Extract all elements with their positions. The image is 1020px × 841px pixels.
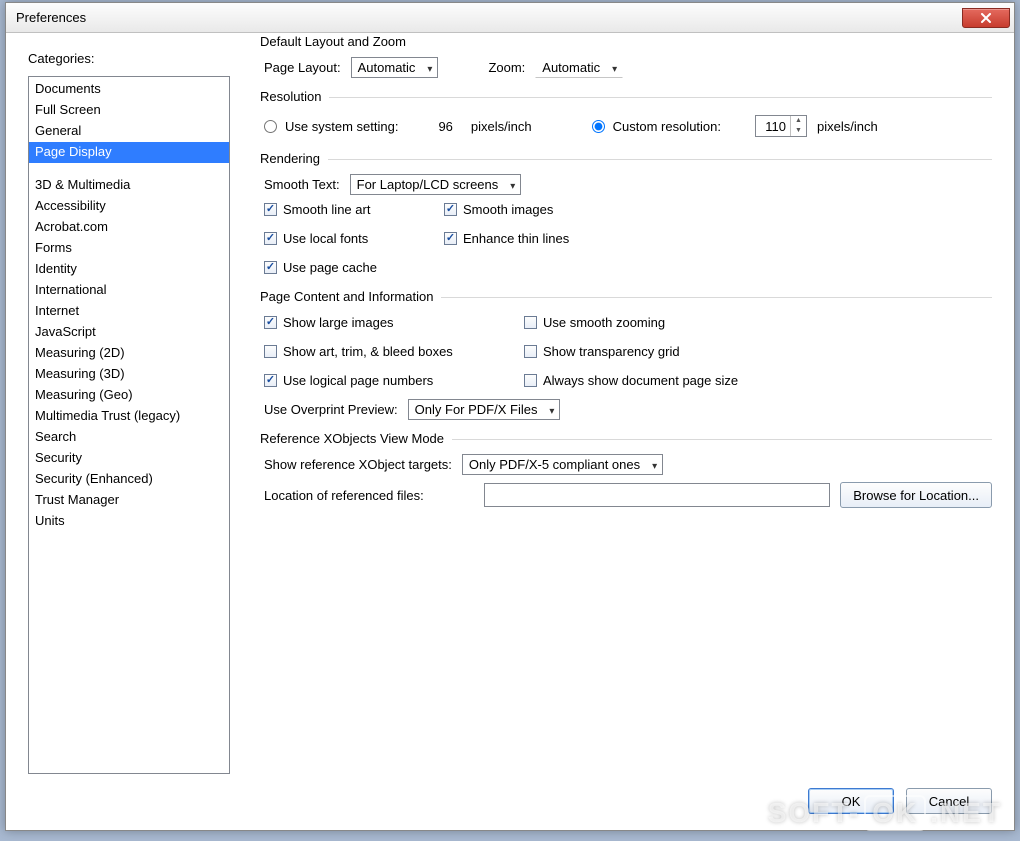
chevron-down-icon: ▼ [791,126,806,136]
checkbox-icon [524,374,537,387]
category-item[interactable]: Security (Enhanced) [29,469,229,490]
category-item[interactable]: Acrobat.com [29,217,229,238]
category-item[interactable]: Security [29,448,229,469]
radio-system-input[interactable] [264,120,277,133]
overprint-value: Only For PDF/X Files [408,399,561,420]
checkbox-icon [264,316,277,329]
category-item[interactable]: International [29,280,229,301]
close-button[interactable] [962,8,1010,28]
custom-resolution-unit: pixels/inch [817,119,878,134]
chevron-up-icon: ▲ [791,116,806,126]
xobject-targets-select[interactable]: Only PDF/X-5 compliant ones [462,457,663,472]
categories-list[interactable]: DocumentsFull ScreenGeneralPage Display 3… [28,76,230,774]
category-item[interactable]: Multimedia Trust (legacy) [29,406,229,427]
content-pane: Default Layout and Zoom Page Layout: Aut… [260,51,992,774]
page-layout-select[interactable]: Automatic [351,60,439,75]
category-item[interactable]: Internet [29,301,229,322]
zoom-value: Automatic [535,57,623,78]
category-item[interactable]: JavaScript [29,322,229,343]
checkbox-icon [264,232,277,245]
checkbox-icon [524,345,537,358]
group-layout-zoom: Default Layout and Zoom Page Layout: Aut… [260,51,992,89]
spinner-arrows[interactable]: ▲▼ [790,116,806,136]
titlebar: Preferences [6,3,1014,33]
custom-resolution-label: Custom resolution: [613,119,721,134]
xobject-targets-value: Only PDF/X-5 compliant ones [462,454,663,475]
group-title-layout: Default Layout and Zoom [260,34,414,49]
radio-system-setting[interactable]: Use system setting: [264,119,398,134]
browse-button[interactable]: Browse for Location... [840,482,992,508]
page-layout-value: Automatic [351,57,439,78]
checkbox-icon [444,203,457,216]
category-item[interactable]: Forms [29,238,229,259]
category-item[interactable]: Accessibility [29,196,229,217]
preferences-window: Preferences Categories: DocumentsFull Sc… [5,2,1015,831]
location-input[interactable] [484,483,830,507]
chk-always-show-doc-size[interactable]: Always show document page size [524,373,784,388]
category-item[interactable]: Measuring (Geo) [29,385,229,406]
smooth-text-label: Smooth Text: [264,177,340,192]
checkbox-icon [524,316,537,329]
ok-button[interactable]: OK [808,788,894,814]
chk-logical-page-num[interactable]: Use logical page numbers [264,373,524,388]
category-item[interactable]: Units [29,511,229,532]
custom-resolution-spinner[interactable]: ▲▼ [755,115,807,137]
zoom-label: Zoom: [488,60,525,75]
dialog-body: Categories: DocumentsFull ScreenGeneralP… [6,33,1014,786]
group-resolution: Resolution Use system setting: 96 pixels… [260,97,992,151]
custom-resolution-input[interactable] [756,118,790,135]
checkbox-icon [264,203,277,216]
category-item[interactable]: Page Display [29,142,229,163]
category-item[interactable]: Search [29,427,229,448]
radio-custom-resolution[interactable]: Custom resolution: [592,119,721,134]
group-title-resolution: Resolution [260,89,329,104]
overprint-label: Use Overprint Preview: [264,402,398,417]
chk-smooth-images[interactable]: Smooth images [444,202,644,217]
category-item[interactable]: Documents [29,79,229,100]
radio-custom-input[interactable] [592,120,605,133]
dialog-footer: OK Cancel [6,786,1014,830]
sidebar: Categories: DocumentsFull ScreenGeneralP… [28,51,230,774]
chk-use-smooth-zoom[interactable]: Use smooth zooming [524,315,784,330]
chk-show-transparency[interactable]: Show transparency grid [524,344,784,359]
chk-show-large-images[interactable]: Show large images [264,315,524,330]
checkbox-icon [444,232,457,245]
category-item[interactable]: General [29,121,229,142]
use-system-label: Use system setting: [285,119,398,134]
chk-smooth-line-art[interactable]: Smooth line art [264,202,444,217]
group-rendering: Rendering Smooth Text: For Laptop/LCD sc… [260,159,992,289]
overprint-select[interactable]: Only For PDF/X Files [408,402,561,417]
chk-use-page-cache[interactable]: Use page cache [264,260,444,275]
checkbox-icon [264,374,277,387]
category-item[interactable]: Measuring (3D) [29,364,229,385]
close-icon [980,13,992,23]
category-item[interactable]: Measuring (2D) [29,343,229,364]
cancel-button[interactable]: Cancel [906,788,992,814]
window-title: Preferences [16,10,86,25]
checkbox-icon [264,345,277,358]
group-xobjects: Reference XObjects View Mode Show refere… [260,439,992,522]
chk-use-local-fonts[interactable]: Use local fonts [264,231,444,246]
group-title-rendering: Rendering [260,151,328,166]
zoom-select[interactable]: Automatic [535,60,623,75]
smooth-text-value: For Laptop/LCD screens [350,174,522,195]
category-item[interactable]: Trust Manager [29,490,229,511]
chk-enhance-thin[interactable]: Enhance thin lines [444,231,644,246]
categories-label: Categories: [28,51,230,66]
smooth-text-select[interactable]: For Laptop/LCD screens [350,177,522,192]
group-page-content: Page Content and Information Show large … [260,297,992,431]
system-resolution-unit: pixels/inch [471,119,532,134]
xobject-targets-label: Show reference XObject targets: [264,457,452,472]
category-item[interactable]: Full Screen [29,100,229,121]
group-title-page-content: Page Content and Information [260,289,441,304]
category-item[interactable]: Identity [29,259,229,280]
chk-show-art-trim[interactable]: Show art, trim, & bleed boxes [264,344,524,359]
category-item[interactable]: 3D & Multimedia [29,175,229,196]
location-label: Location of referenced files: [264,488,474,503]
page-layout-label: Page Layout: [264,60,341,75]
checkbox-icon [264,261,277,274]
system-resolution-value: 96 [438,119,452,134]
group-title-xobjects: Reference XObjects View Mode [260,431,452,446]
